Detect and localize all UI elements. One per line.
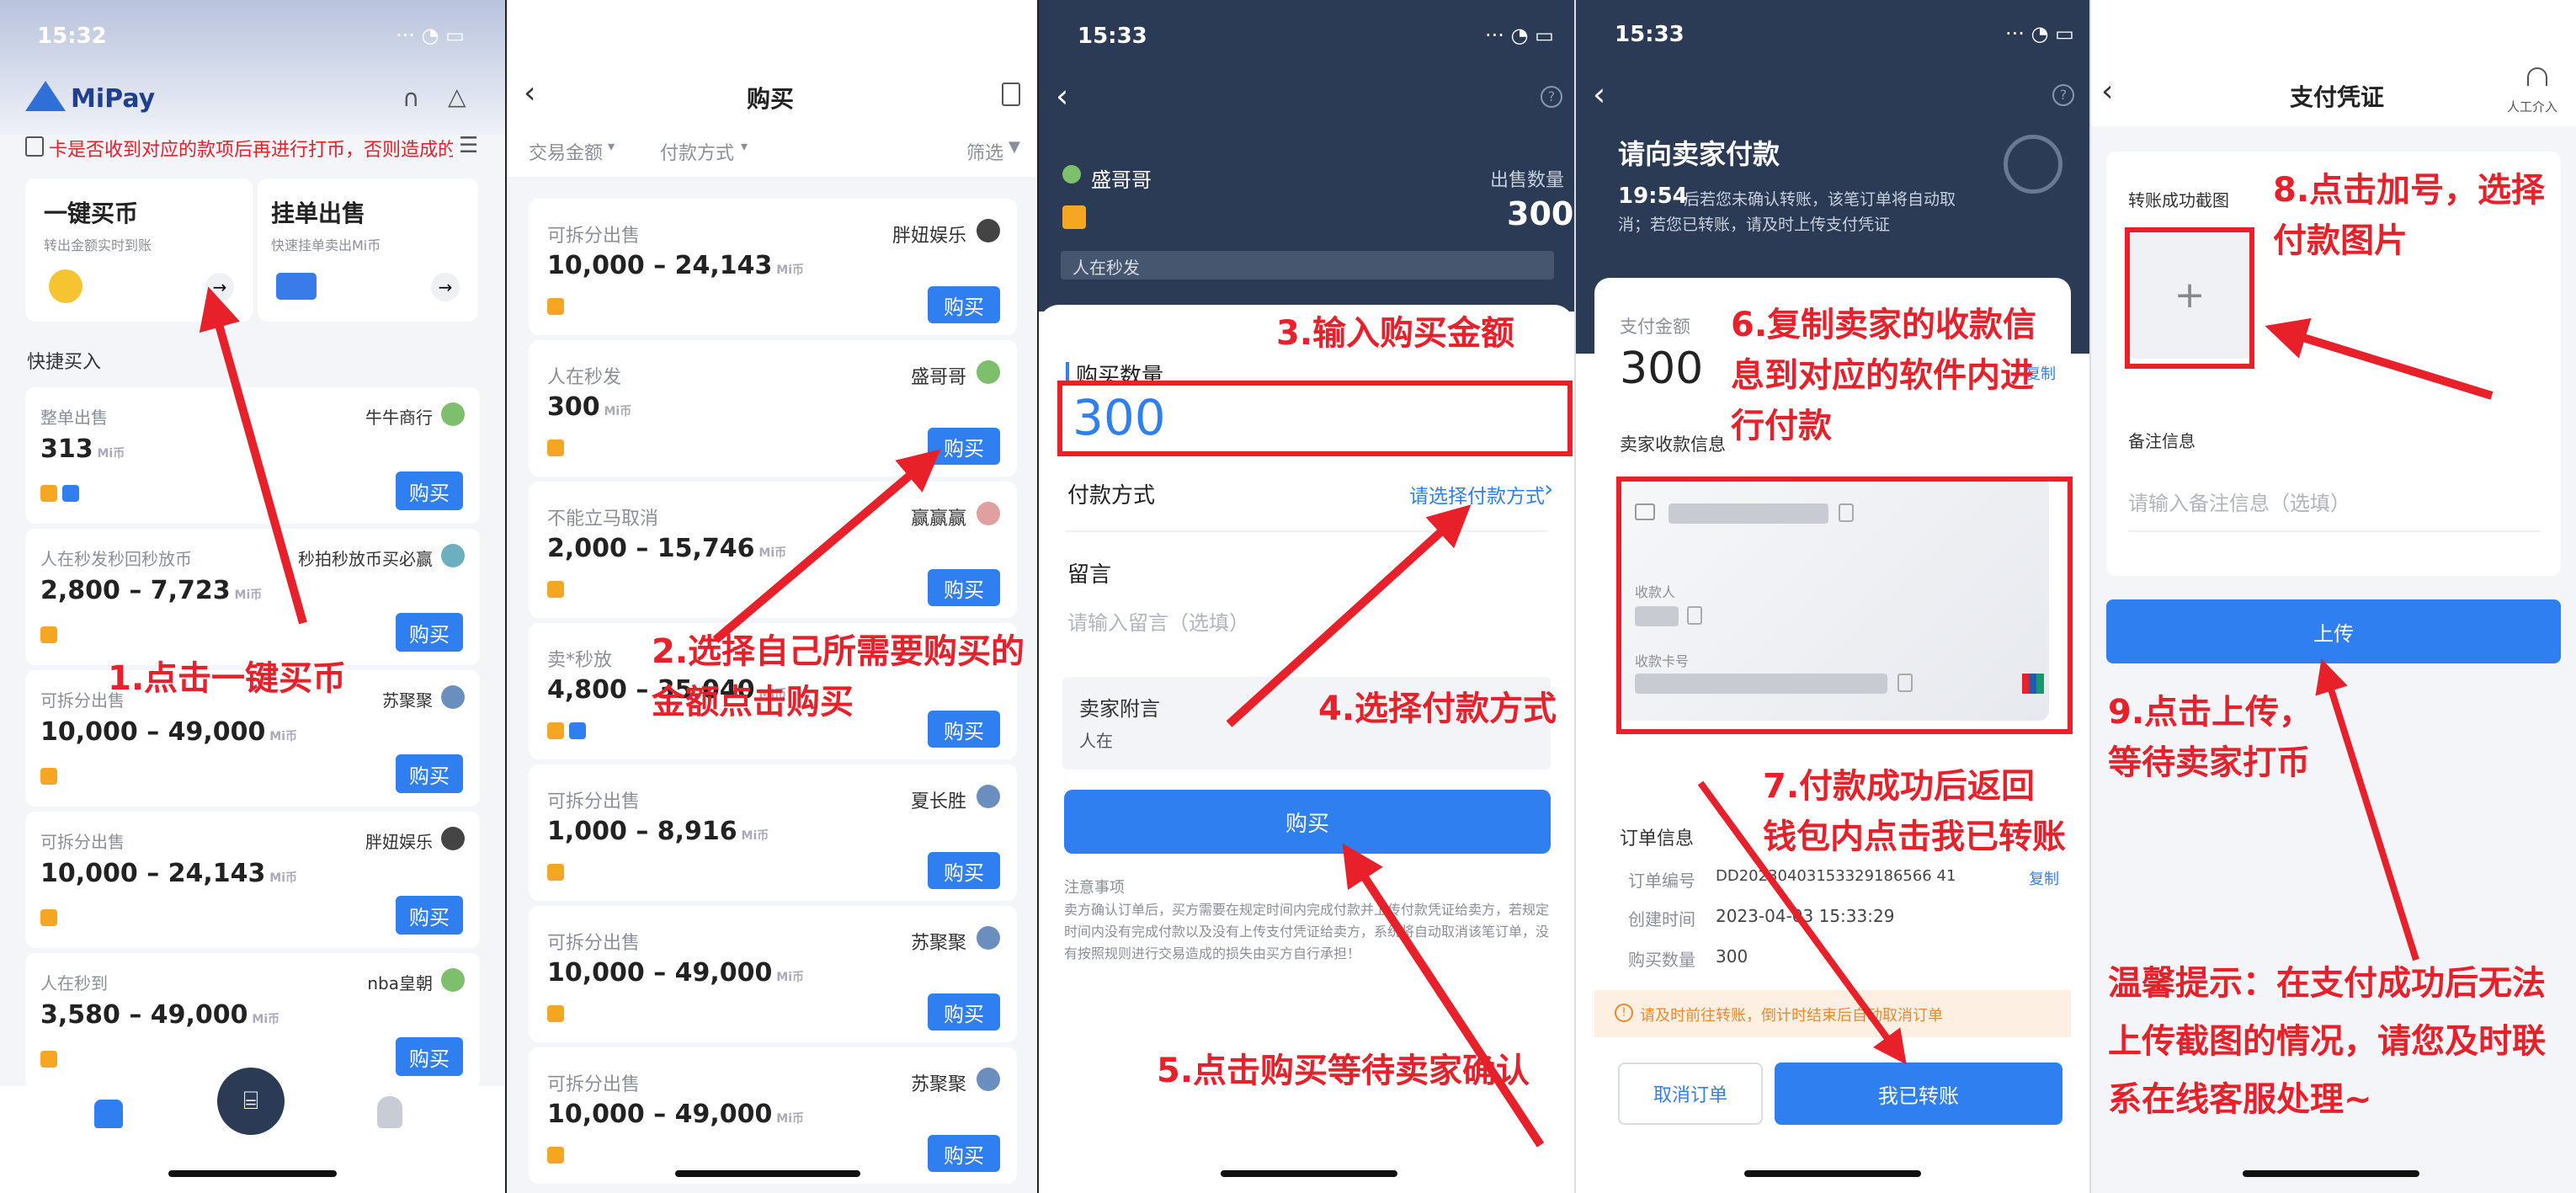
arrow-1	[199, 286, 307, 625]
annotation-tip: 温馨提示：在支付成功后无法上传截图的情况，请您及时联系在线客服处理~	[2108, 964, 2546, 1119]
annotation-step2: 2.选择自己所需要购买的金额点击购买	[652, 632, 1025, 722]
arrow-5	[1342, 843, 1545, 1148]
annotation-step8: 8.点击加号，选择付款图片	[2273, 171, 2546, 260]
arrow-2	[712, 449, 941, 643]
annotation-step7: 7.付款成功后返回钱包内点击我已转账	[1763, 767, 2066, 856]
annotation-step3: 3.输入购买金额	[1276, 314, 1515, 353]
arrow-8	[2265, 317, 2494, 400]
annotation-step9: 9.点击上传，等待卖家打币	[2108, 693, 2313, 782]
annotation-step4: 4.选择付款方式	[1318, 690, 1557, 728]
annotation-step1: 1.点击一键买币	[108, 659, 347, 698]
annotation-step5: 5.点击购买等待卖家确认	[1157, 1052, 1530, 1090]
annotation-step6: 6.复制卖家的收款信息到对应的软件内进行付款	[1731, 306, 2037, 445]
